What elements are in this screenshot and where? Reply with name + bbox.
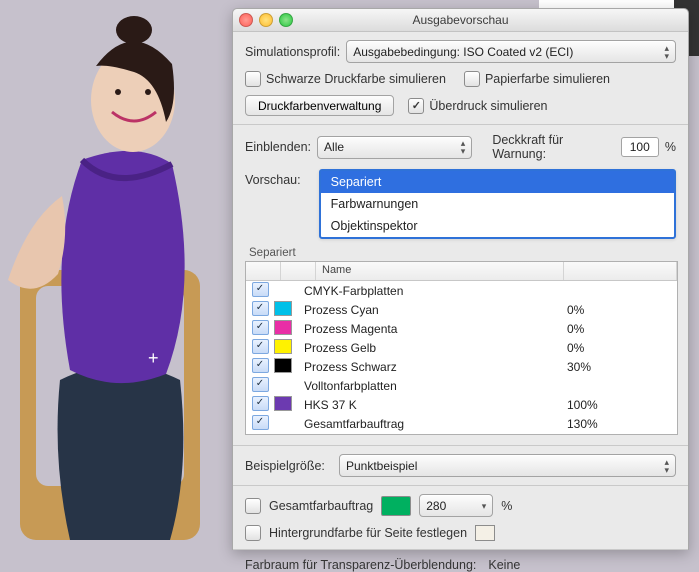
minimize-icon[interactable] (259, 13, 273, 27)
visibility-toggle[interactable] (252, 377, 269, 392)
preview-option-color-warnings[interactable]: Farbwarnungen (321, 193, 674, 215)
chevron-down-icon: ▾ (482, 502, 487, 510)
total-ink-label: Gesamtfarbauftrag (269, 499, 373, 513)
opacity-label: Deckkraft für Warnung: (492, 133, 614, 161)
visibility-toggle[interactable] (252, 301, 269, 316)
sample-size-select[interactable]: Punktbeispiel ▴▾ (339, 454, 676, 477)
titlebar[interactable]: Ausgabevorschau (233, 9, 688, 32)
ink-manager-button[interactable]: Druckfarbenverwaltung (245, 95, 394, 116)
chevron-updown-icon: ▴▾ (461, 139, 466, 155)
separation-value: 130% (567, 417, 677, 431)
visibility-toggle[interactable] (252, 415, 269, 430)
close-icon[interactable] (239, 13, 253, 27)
opacity-input[interactable]: 100 (621, 137, 659, 157)
visibility-toggle[interactable] (252, 358, 269, 373)
simulate-overprint-label: Überdruck simulieren (429, 99, 547, 113)
sample-size-label: Beispielgröße: (245, 459, 333, 473)
color-swatch (274, 320, 292, 335)
table-row[interactable]: Prozess Gelb0% (246, 338, 677, 357)
separation-name: Volltonfarbplatten (302, 379, 567, 393)
total-ink-value-select[interactable]: 280 ▾ (419, 494, 493, 517)
simulate-paper-checkbox[interactable] (464, 71, 480, 87)
output-preview-dialog: Ausgabevorschau Simulationsprofil: Ausga… (232, 8, 689, 550)
transparency-blend-label: Farbraum für Transparenz-Überblendung: (245, 558, 476, 572)
ink-manager-label: Druckfarbenverwaltung (258, 99, 381, 113)
percent-sign: % (665, 140, 676, 154)
sim-profile-value: Ausgabebedingung: ISO Coated v2 (ECI) (353, 45, 573, 59)
separation-value: 0% (567, 303, 677, 317)
separation-name: Prozess Gelb (302, 341, 567, 355)
preview-option-object-inspector[interactable]: Objektinspektor (321, 215, 674, 237)
table-row[interactable]: CMYK-Farbplatten (246, 281, 677, 300)
separation-name: Prozess Cyan (302, 303, 567, 317)
color-swatch (274, 358, 292, 373)
zoom-icon[interactable] (279, 13, 293, 27)
sim-profile-label: Simulationsprofil: (245, 45, 340, 59)
page-bg-swatch[interactable] (475, 525, 495, 541)
sample-size-value: Punktbeispiel (346, 459, 417, 473)
separation-name: Prozess Schwarz (302, 360, 567, 374)
simulate-paper-label: Papierfarbe simulieren (485, 72, 610, 86)
transparency-blend-value: Keine (488, 558, 520, 572)
separation-name: Prozess Magenta (302, 322, 567, 336)
separations-section-label: Separiert (249, 247, 676, 259)
total-ink-checkbox[interactable] (245, 498, 261, 514)
separation-value: 30% (567, 360, 677, 374)
document-photo (0, 0, 250, 555)
show-value: Alle (324, 140, 344, 154)
show-label: Einblenden: (245, 140, 311, 154)
chevron-updown-icon: ▴▾ (664, 44, 669, 60)
table-row[interactable]: Prozess Schwarz30% (246, 357, 677, 376)
page-bg-checkbox[interactable] (245, 525, 261, 541)
color-swatch (274, 339, 292, 354)
visibility-toggle[interactable] (252, 320, 269, 335)
table-row[interactable]: HKS 37 K100% (246, 395, 677, 414)
table-row[interactable]: Prozess Magenta0% (246, 319, 677, 338)
preview-label: Vorschau: (245, 169, 313, 187)
col-name[interactable]: Name (316, 262, 564, 280)
page-bg-label: Hintergrundfarbe für Seite festlegen (269, 526, 467, 540)
separation-name: HKS 37 K (302, 398, 567, 412)
dialog-title: Ausgabevorschau (412, 13, 508, 27)
separation-name: Gesamtfarbauftrag (302, 417, 567, 431)
separation-value: 0% (567, 322, 677, 336)
simulate-black-ink-checkbox[interactable] (245, 71, 261, 87)
chevron-updown-icon: ▴▾ (664, 458, 669, 474)
preview-dropdown[interactable]: Separiert Farbwarnungen Objektinspektor (319, 169, 676, 239)
simulate-overprint-checkbox[interactable] (408, 98, 424, 114)
separation-value: 100% (567, 398, 677, 412)
color-swatch (274, 396, 292, 411)
color-swatch (274, 301, 292, 316)
table-row[interactable]: Volltonfarbplatten (246, 376, 677, 395)
separation-name: CMYK-Farbplatten (302, 284, 567, 298)
separations-table: Name CMYK-FarbplattenProzess Cyan0%Proze… (245, 261, 678, 435)
visibility-toggle[interactable] (252, 396, 269, 411)
table-row[interactable]: Gesamtfarbauftrag130% (246, 414, 677, 433)
table-row[interactable]: Prozess Cyan0% (246, 300, 677, 319)
separation-value: 0% (567, 341, 677, 355)
percent-sign: % (501, 499, 512, 513)
total-ink-value: 280 (426, 499, 446, 513)
crosshair-cursor: + (148, 348, 159, 369)
total-ink-swatch[interactable] (381, 496, 411, 516)
simulate-black-ink-label: Schwarze Druckfarbe simulieren (266, 72, 446, 86)
sim-profile-select[interactable]: Ausgabebedingung: ISO Coated v2 (ECI) ▴▾ (346, 40, 676, 63)
preview-option-separated[interactable]: Separiert (321, 171, 674, 193)
show-select[interactable]: Alle ▴▾ (317, 136, 472, 159)
visibility-toggle[interactable] (252, 339, 269, 354)
visibility-toggle[interactable] (252, 282, 269, 297)
